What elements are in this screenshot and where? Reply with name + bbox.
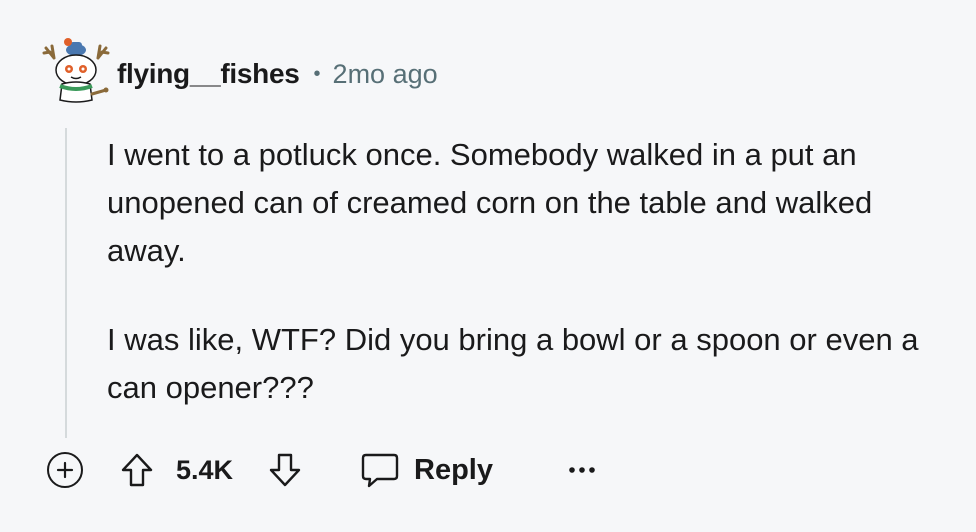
comment-body: I went to a potluck once. Somebody walke…: [107, 131, 957, 412]
comment: flying__fishes • 2mo ago I went to a pot…: [0, 0, 976, 532]
comment-meta: flying__fishes • 2mo ago: [117, 56, 438, 92]
downvote-arrow-icon: [269, 453, 301, 487]
comment-paragraph: I was like, WTF? Did you bring a bowl or…: [107, 322, 919, 405]
comment-paragraph: I went to a potluck once. Somebody walke…: [107, 137, 873, 268]
more-dots-icon: [569, 467, 595, 473]
speech-bubble-icon: [361, 453, 399, 488]
author-username[interactable]: flying__fishes: [117, 58, 300, 90]
expand-thread-button[interactable]: [47, 452, 83, 488]
snoo-avatar-icon: [42, 38, 110, 103]
upvote-button[interactable]: [118, 450, 156, 490]
thread-line[interactable]: [65, 128, 67, 438]
vote-score: 5.4K: [176, 455, 234, 485]
comment-actions: 5.4K Reply: [0, 440, 976, 500]
downvote-button[interactable]: [266, 450, 304, 490]
more-options-button[interactable]: [566, 454, 598, 486]
upvote-arrow-icon: [121, 453, 153, 487]
comment-timestamp[interactable]: 2mo ago: [333, 59, 438, 90]
meta-separator: •: [313, 62, 321, 85]
avatar[interactable]: [40, 36, 112, 108]
reply-button[interactable]: Reply: [360, 448, 493, 492]
reply-label: Reply: [414, 453, 493, 486]
plus-circle-icon: [56, 461, 74, 479]
